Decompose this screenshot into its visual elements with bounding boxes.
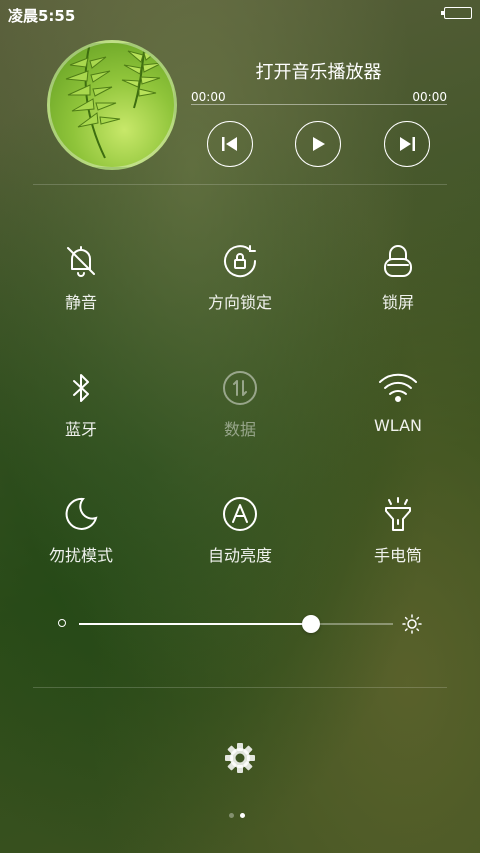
music-title[interactable]: 打开音乐播放器 bbox=[190, 58, 447, 84]
toggle-lock-screen[interactable]: 锁屏 bbox=[318, 241, 478, 341]
flashlight-icon bbox=[378, 494, 418, 534]
bluetooth-icon bbox=[61, 368, 101, 408]
divider-bottom bbox=[33, 687, 447, 688]
next-button[interactable] bbox=[384, 121, 430, 167]
rotation-lock-icon bbox=[220, 241, 260, 281]
brightness-high-icon bbox=[402, 614, 422, 634]
leaf-artwork bbox=[65, 43, 163, 159]
toggle-label: 手电筒 bbox=[373, 546, 422, 565]
toggle-label: WLAN bbox=[373, 416, 422, 435]
toggle-flashlight[interactable]: 手电筒 bbox=[318, 494, 478, 594]
mobile-data-icon bbox=[220, 368, 260, 408]
brightness-thumb[interactable] bbox=[302, 615, 321, 633]
toggle-label: 自动亮度 bbox=[207, 546, 272, 565]
play-button[interactable] bbox=[295, 121, 341, 167]
skip-next-icon bbox=[400, 137, 415, 151]
play-icon bbox=[313, 137, 325, 151]
toggle-bluetooth[interactable]: 蓝牙 bbox=[1, 368, 161, 468]
page-dot[interactable] bbox=[240, 813, 245, 818]
settings-button[interactable] bbox=[224, 742, 256, 774]
toggle-label: 数据 bbox=[223, 420, 256, 439]
moon-icon bbox=[61, 494, 101, 534]
toggle-label: 锁屏 bbox=[381, 293, 414, 312]
toggle-mobile-data[interactable]: 数据 bbox=[160, 368, 320, 468]
battery-icon bbox=[441, 7, 472, 19]
divider-top bbox=[33, 184, 447, 185]
lock-icon bbox=[378, 241, 418, 281]
toggle-wlan[interactable]: WLAN bbox=[318, 368, 478, 468]
auto-brightness-icon bbox=[220, 494, 260, 534]
brightness-fill bbox=[79, 623, 312, 625]
status-bar: 凌晨5:55 bbox=[0, 0, 480, 28]
total-time: 00:00 bbox=[412, 90, 447, 104]
toggle-mute[interactable]: 静音 bbox=[1, 241, 161, 341]
album-art[interactable] bbox=[47, 40, 177, 170]
toggle-rotation-lock[interactable]: 方向锁定 bbox=[160, 241, 320, 341]
toggle-auto-brightness[interactable]: 自动亮度 bbox=[160, 494, 320, 594]
gear-icon bbox=[225, 743, 255, 773]
page-indicator bbox=[229, 813, 251, 819]
toggle-label: 方向锁定 bbox=[207, 293, 272, 312]
toggle-label: 静音 bbox=[64, 293, 97, 312]
toggle-label: 蓝牙 bbox=[64, 420, 97, 439]
brightness-slider[interactable] bbox=[79, 615, 393, 633]
page-dot[interactable] bbox=[229, 813, 234, 818]
brightness-low-icon bbox=[58, 619, 66, 627]
previous-button[interactable] bbox=[207, 121, 253, 167]
status-time: 凌晨5:55 bbox=[8, 7, 76, 25]
brightness-row bbox=[56, 612, 426, 636]
elapsed-time: 00:00 bbox=[191, 90, 226, 104]
bell-off-icon bbox=[61, 241, 101, 281]
toggle-label: 勿扰模式 bbox=[48, 546, 113, 565]
skip-previous-icon bbox=[222, 137, 237, 151]
toggle-do-not-disturb[interactable]: 勿扰模式 bbox=[1, 494, 161, 594]
wifi-icon bbox=[378, 368, 418, 408]
music-progress-bar[interactable] bbox=[191, 104, 447, 105]
